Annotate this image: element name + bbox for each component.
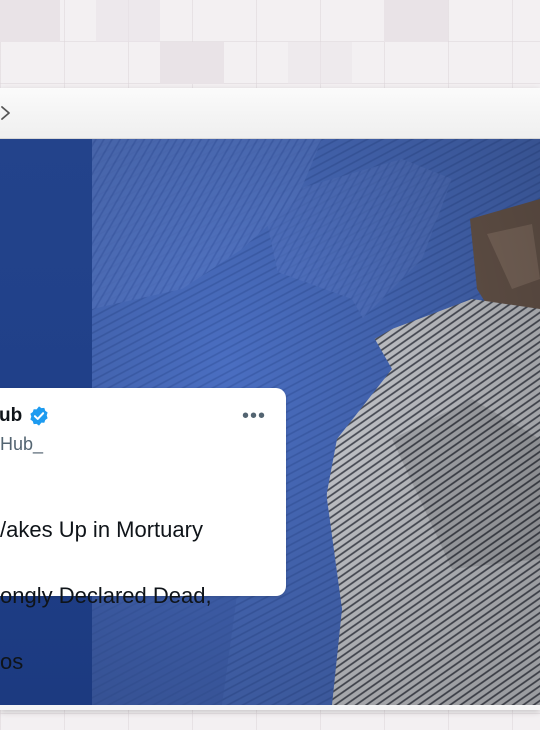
tweet-text: /akes Up in Mortuary ongly Declared Dead… [0,480,282,705]
tweet-author[interactable]: ub [0,405,50,427]
bg-tile [160,42,224,84]
more-options-button[interactable]: ••• [240,404,268,428]
page-content: ub Hub_ ••• /akes Up in Mortuary ongly D… [0,139,540,705]
browser-toolbar [0,88,540,139]
tweet-text-line: /akes Up in Mortuary [0,517,203,542]
browser-window: ub Hub_ ••• /akes Up in Mortuary ongly D… [0,88,540,710]
forward-button[interactable] [0,103,14,123]
tweet-text-line: ongly Declared Dead, [0,583,212,608]
chevron-right-icon [1,106,10,120]
bg-tile [0,0,60,42]
tweet-handle[interactable]: Hub_ [0,434,43,455]
more-options-icon: ••• [241,404,266,427]
bg-tile [384,0,448,42]
bg-tile [288,42,352,84]
tweet-display-name[interactable]: ub [0,405,22,427]
bg-tile [96,0,160,42]
tweet-text-line: os [0,649,24,674]
tweet-card[interactable]: ub Hub_ ••• /akes Up in Mortuary ongly D… [0,388,286,674]
verified-badge-icon [30,406,48,426]
